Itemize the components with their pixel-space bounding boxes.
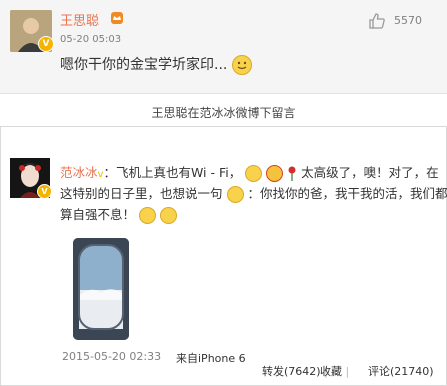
comment-timestamp: 05-20 05:03 <box>60 34 122 45</box>
post-text-part: ：你找你的爸，我干我的活，我们都 <box>247 186 447 201</box>
comment-text: 嗯你干你的金宝学圻家印... <box>60 54 252 75</box>
post-text-line: 算自强不息！ <box>60 204 177 224</box>
comment-text-content: 嗯你干你的金宝学圻家印... <box>60 57 228 73</box>
forward-label: 转发(7642) <box>262 365 321 378</box>
kiss-emoji-icon <box>159 207 177 224</box>
rose-icon <box>287 166 297 181</box>
colon: ： <box>103 165 116 180</box>
collect-label: 收藏 <box>320 365 342 378</box>
separator: | <box>345 365 350 378</box>
thumbs-up-icon[interactable] <box>368 12 386 30</box>
shy-emoji-icon <box>245 165 263 182</box>
commenter-name[interactable]: 王思聪 <box>60 10 99 29</box>
post-author-name[interactable]: 范冰冰 <box>60 165 98 180</box>
post-text-line: 范冰冰v：飞机上真也有Wi - Fi， 太高级了，噢！对了，在 <box>60 162 439 182</box>
crown-icon <box>111 12 123 24</box>
collect-button[interactable]: 收藏 | <box>320 363 349 379</box>
post-text-line: 这特别的日子里，也想说一句 ：你找你的爸，我干我的活，我们都 <box>60 183 447 203</box>
post-text-part: 飞机上真也有Wi - Fi， <box>115 165 242 180</box>
post-source[interactable]: 来自iPhone 6 <box>176 350 246 366</box>
comment-button[interactable]: 评论(21740) <box>368 363 434 379</box>
verified-badge: V <box>37 184 52 199</box>
like-count: 5570 <box>394 14 422 27</box>
laugh-emoji-icon <box>266 165 284 182</box>
verified-badge: V <box>38 36 54 52</box>
wink-emoji-icon <box>226 186 244 203</box>
post-text-part: 这特别的日子里，也想说一句 <box>60 186 223 201</box>
post-text-part: 算自强不息！ <box>60 207 136 222</box>
comment-label: 评论(21740) <box>368 365 434 378</box>
forward-button[interactable]: 转发(7642) | <box>262 363 328 379</box>
post-timestamp[interactable]: 2015-05-20 02:33 <box>62 350 161 363</box>
post-photo[interactable] <box>73 238 129 340</box>
image-caption: 王思聪在范冰冰微博下留言 <box>151 106 296 120</box>
smile-emoji-icon <box>231 55 252 75</box>
kiss-emoji-icon <box>139 207 156 224</box>
post-text-part: 太高级了，噢！对了，在 <box>301 165 439 180</box>
